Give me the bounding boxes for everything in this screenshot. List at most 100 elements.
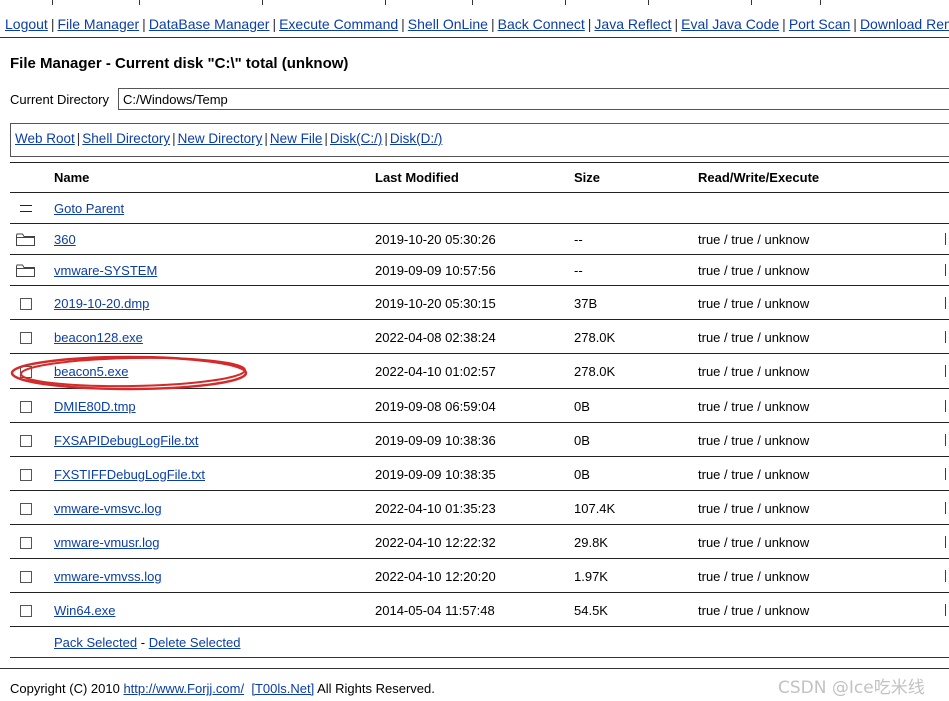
nav-port-scan[interactable]: Port Scan xyxy=(789,16,850,32)
nav-back-connect[interactable]: Back Connect xyxy=(498,16,585,32)
row-action-link-cutoff[interactable] xyxy=(945,502,949,514)
top-nav: Logout | File Manager | DataBase Manager | Exe… xyxy=(5,16,949,32)
file-modified: 2022-04-10 12:20:20 xyxy=(375,569,496,584)
file-name-link[interactable]: beacon128.exe xyxy=(54,330,143,345)
file-modified: 2019-09-09 10:38:35 xyxy=(375,467,496,482)
header-name: Name xyxy=(54,170,90,185)
row-action-link-cutoff[interactable] xyxy=(945,400,949,412)
file-size: 0B xyxy=(574,399,590,414)
footer-copyright: Copyright (C) 2010 xyxy=(10,681,120,696)
nav-download-remote-file[interactable]: Download Remote Fi xyxy=(860,16,949,32)
goto-parent-icon xyxy=(20,205,32,212)
row-rule xyxy=(10,223,949,224)
watermark: CSDN @Ice吃米线 xyxy=(778,678,925,698)
goto-parent-link[interactable]: Goto Parent xyxy=(54,201,124,216)
file-name-link[interactable]: vmware-vmsvc.log xyxy=(54,501,162,516)
row-rule xyxy=(10,353,949,354)
nav-java-reflect[interactable]: Java Reflect xyxy=(594,16,671,32)
nav-shell-online[interactable]: Shell OnLine xyxy=(408,16,488,32)
file-name-link[interactable]: DMIE80D.tmp xyxy=(54,399,136,414)
folder-icon xyxy=(16,233,35,246)
file-permissions: true / true / unknow xyxy=(698,467,810,482)
row-action-link-cutoff[interactable] xyxy=(945,365,949,377)
row-action-link-cutoff[interactable] xyxy=(945,604,949,616)
file-size: 0B xyxy=(574,467,590,482)
file-modified: 2019-10-20 05:30:15 xyxy=(375,296,496,311)
row-action-link-cutoff[interactable] xyxy=(945,536,949,548)
file-size: 0B xyxy=(574,433,590,448)
file-modified: 2019-09-09 10:38:36 xyxy=(375,433,496,448)
file-permissions: true / true / unknow xyxy=(698,569,810,584)
file-name-link[interactable]: beacon5.exe xyxy=(54,364,128,379)
file-name-link[interactable]: vmware-vmusr.log xyxy=(54,535,159,550)
file-name-link[interactable]: 360 xyxy=(54,232,76,247)
file-select-checkbox[interactable] xyxy=(20,366,32,378)
nav-eval-java-code[interactable]: Eval Java Code xyxy=(681,16,779,32)
row-rule xyxy=(10,254,949,255)
row-rule xyxy=(10,626,949,627)
file-select-checkbox[interactable] xyxy=(20,469,32,481)
row-action-link-cutoff[interactable] xyxy=(945,570,949,582)
nav-database-manager[interactable]: DataBase Manager xyxy=(149,16,270,32)
pack-selected-link[interactable]: Pack Selected xyxy=(54,635,137,650)
top-nav-cell-borders xyxy=(0,0,949,5)
row-rule xyxy=(10,592,949,593)
current-directory-input[interactable] xyxy=(118,88,949,110)
file-select-checkbox[interactable] xyxy=(20,503,32,515)
table-top-rule xyxy=(10,162,949,163)
file-permissions: true / true / unknow xyxy=(698,399,810,414)
nav-execute-command[interactable]: Execute Command xyxy=(279,16,398,32)
row-action-link-cutoff[interactable] xyxy=(945,297,949,309)
toolbar-new-file[interactable]: New File xyxy=(270,131,323,146)
row-action-link-cutoff[interactable] xyxy=(945,434,949,446)
file-select-checkbox[interactable] xyxy=(20,605,32,617)
top-nav-frame: Logout | File Manager | DataBase Manager | Exe… xyxy=(0,0,949,38)
file-modified: 2019-09-09 10:57:56 xyxy=(375,263,496,278)
row-rule xyxy=(10,456,949,457)
file-select-checkbox[interactable] xyxy=(20,401,32,413)
toolbar-disk-c[interactable]: Disk(C:/) xyxy=(330,131,383,146)
row-rule xyxy=(10,319,949,320)
bulk-actions: Pack Selected - Delete Selected xyxy=(54,635,240,650)
file-name-link[interactable]: FXSAPIDebugLogFile.txt xyxy=(54,433,199,448)
file-permissions: true / true / unknow xyxy=(698,232,810,247)
file-select-checkbox[interactable] xyxy=(20,298,32,310)
file-select-checkbox[interactable] xyxy=(20,332,32,344)
file-size: 278.0K xyxy=(574,330,616,345)
toolbar-disk-d[interactable]: Disk(D:/) xyxy=(390,131,443,146)
footer-rule xyxy=(0,668,949,669)
row-action-link-cutoff[interactable] xyxy=(945,331,949,343)
file-modified: 2019-09-08 06:59:04 xyxy=(375,399,496,414)
header-size: Size xyxy=(574,170,601,185)
file-modified: 2022-04-10 01:02:57 xyxy=(375,364,496,379)
row-action-link-cutoff[interactable] xyxy=(945,264,949,276)
file-name-link[interactable]: vmware-SYSTEM xyxy=(54,263,157,278)
file-select-checkbox[interactable] xyxy=(20,571,32,583)
file-size: 29.8K xyxy=(574,535,608,550)
actions-rule xyxy=(10,657,949,658)
file-modified: 2014-05-04 11:57:48 xyxy=(375,603,495,618)
file-name-link[interactable]: Win64.exe xyxy=(54,603,115,618)
row-action-link-cutoff[interactable] xyxy=(945,468,949,480)
toolbar-shell-directory[interactable]: Shell Directory xyxy=(82,131,170,146)
file-modified: 2022-04-08 02:38:24 xyxy=(375,330,496,345)
footer-link-forjj[interactable]: http://www.Forjj.com/ xyxy=(123,681,244,696)
nav-logout[interactable]: Logout xyxy=(5,16,48,32)
row-action-link-cutoff[interactable] xyxy=(945,233,949,245)
toolbar-web-root[interactable]: Web Root xyxy=(15,131,75,146)
file-permissions: true / true / unknow xyxy=(698,263,810,278)
footer-link-t00ls[interactable]: [T00ls.Net] xyxy=(251,681,314,696)
header-last-modified: Last Modified xyxy=(375,170,459,185)
file-name-link[interactable]: 2019-10-20.dmp xyxy=(54,296,149,311)
file-select-checkbox[interactable] xyxy=(20,435,32,447)
footer: Copyright (C) 2010 http://www.Forjj.com/… xyxy=(10,681,435,696)
header-rule xyxy=(10,192,949,193)
delete-selected-link[interactable]: Delete Selected xyxy=(149,635,241,650)
file-name-link[interactable]: FXSTIFFDebugLogFile.txt xyxy=(54,467,205,482)
toolbar-new-directory[interactable]: New Directory xyxy=(178,131,263,146)
row-rule xyxy=(10,422,949,423)
file-select-checkbox[interactable] xyxy=(20,537,32,549)
nav-file-manager[interactable]: File Manager xyxy=(57,16,139,32)
file-name-link[interactable]: vmware-vmvss.log xyxy=(54,569,162,584)
row-rule xyxy=(10,490,949,491)
